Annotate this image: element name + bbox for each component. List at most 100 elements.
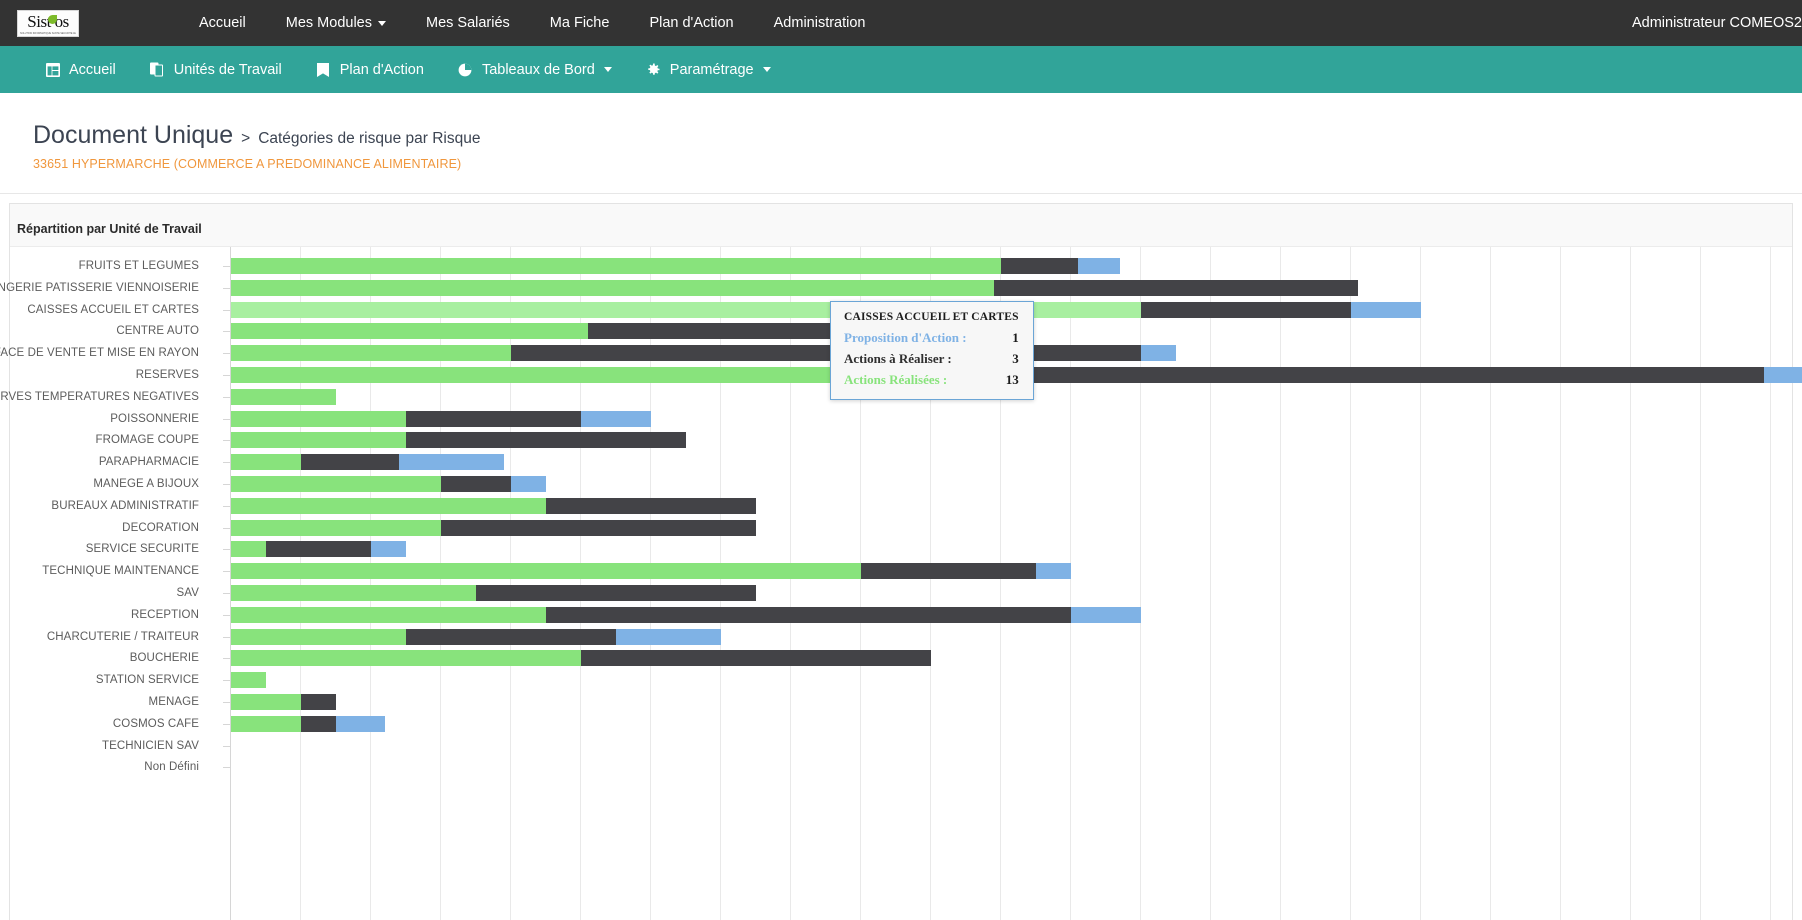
- bar-segment-realisees[interactable]: [231, 606, 546, 623]
- stacked-bar[interactable]: [231, 388, 336, 405]
- chart-row[interactable]: STATION SERVICE: [10, 669, 1792, 691]
- bar-segment-a-realiser[interactable]: [406, 410, 581, 427]
- stacked-bar[interactable]: [231, 519, 756, 536]
- bar-segment-realisees[interactable]: [231, 476, 441, 492]
- chart-row[interactable]: Non Défini: [10, 756, 1792, 778]
- bar-segment-realisees[interactable]: [231, 541, 266, 558]
- bar-segment-realisees[interactable]: [231, 694, 301, 710]
- bar-segment-a-realiser[interactable]: [406, 432, 686, 449]
- chart-row[interactable]: FROMAGE COUPE: [10, 429, 1792, 451]
- bar-segment-proposition[interactable]: [1036, 563, 1071, 580]
- subnav-unites-de-travail[interactable]: Unités de Travail: [133, 46, 299, 93]
- chart-row[interactable]: SERVICE SECURITE: [10, 538, 1792, 560]
- chart-row[interactable]: TECHNIQUE MAINTENANCE: [10, 560, 1792, 582]
- stacked-bar[interactable]: [231, 476, 546, 492]
- bar-segment-realisees[interactable]: [231, 345, 511, 362]
- bar-segment-proposition[interactable]: [1078, 258, 1120, 274]
- stacked-bar[interactable]: [231, 563, 1071, 580]
- stacked-bar[interactable]: [231, 650, 931, 667]
- bar-segment-a-realiser[interactable]: [406, 628, 616, 645]
- subnav-parametrage[interactable]: Paramétrage: [629, 46, 788, 93]
- stacked-bar[interactable]: [231, 410, 651, 427]
- stacked-bar[interactable]: [231, 585, 756, 601]
- bar-segment-realisees[interactable]: [231, 563, 861, 580]
- bar-segment-a-realiser[interactable]: [301, 715, 336, 732]
- bar-segment-a-realiser[interactable]: [994, 279, 1358, 296]
- chart-row[interactable]: CHARCUTERIE / TRAITEUR: [10, 626, 1792, 648]
- chart-row[interactable]: TECHNICIEN SAV: [10, 735, 1792, 757]
- chart-row[interactable]: BUREAUX ADMINISTRATIF: [10, 495, 1792, 517]
- stacked-bar[interactable]: [231, 715, 385, 732]
- stacked-bar[interactable]: [231, 258, 1120, 274]
- stacked-bar[interactable]: [231, 345, 1176, 362]
- bar-segment-proposition[interactable]: [616, 628, 721, 645]
- stacked-bar[interactable]: [231, 497, 756, 514]
- bar-segment-proposition[interactable]: [511, 476, 546, 492]
- nav-mes-salaries[interactable]: Mes Salariés: [406, 0, 530, 46]
- bar-segment-realisees[interactable]: [231, 410, 406, 427]
- chart-row[interactable]: MENAGE: [10, 691, 1792, 713]
- bar-segment-realisees[interactable]: [231, 715, 301, 732]
- bar-segment-a-realiser[interactable]: [266, 541, 371, 558]
- bar-segment-realisees[interactable]: [231, 454, 301, 471]
- stacked-bar[interactable]: [231, 279, 1358, 296]
- bar-segment-a-realiser[interactable]: [546, 606, 1071, 623]
- current-user-label[interactable]: Administrateur COMEOS2: [1632, 15, 1802, 31]
- bar-segment-realisees[interactable]: [231, 628, 406, 645]
- chart-row[interactable]: PARAPHARMACIE: [10, 451, 1792, 473]
- bar-segment-proposition[interactable]: [371, 541, 406, 558]
- sisteos-logo[interactable]: Sist os SOLUTION INFORMATIQUE SANTE SECU…: [17, 9, 79, 37]
- chart-row[interactable]: BOUCHERIE: [10, 647, 1792, 669]
- bar-segment-a-realiser[interactable]: [546, 497, 756, 514]
- nav-mes-modules[interactable]: Mes Modules: [266, 0, 406, 46]
- chart-row[interactable]: DECORATION: [10, 517, 1792, 539]
- nav-ma-fiche[interactable]: Ma Fiche: [530, 0, 630, 46]
- stacked-bar[interactable]: [231, 301, 1421, 318]
- bar-segment-realisees[interactable]: [231, 388, 336, 405]
- chart-row[interactable]: RECEPTION: [10, 604, 1792, 626]
- bar-segment-a-realiser[interactable]: [581, 650, 931, 667]
- bar-segment-a-realiser[interactable]: [441, 519, 756, 536]
- chart-row[interactable]: FRUITS ET LEGUMES: [10, 255, 1792, 277]
- nav-accueil[interactable]: Accueil: [179, 0, 266, 46]
- bar-segment-a-realiser[interactable]: [301, 454, 399, 471]
- bar-segment-proposition[interactable]: [1071, 606, 1141, 623]
- bar-segment-realisees[interactable]: [231, 672, 266, 689]
- bar-segment-a-realiser[interactable]: [476, 585, 756, 601]
- stacked-bar[interactable]: [231, 454, 504, 471]
- bar-segment-realisees[interactable]: [231, 497, 546, 514]
- stacked-bar[interactable]: [231, 541, 406, 558]
- chart-row[interactable]: BOULANGERIE PATISSERIE VIENNOISERIE: [0, 277, 1792, 299]
- bar-segment-realisees[interactable]: [231, 367, 903, 383]
- subnav-plan-daction[interactable]: Plan d'Action: [299, 46, 441, 93]
- bar-segment-realisees[interactable]: [231, 519, 441, 536]
- bar-segment-proposition[interactable]: [1764, 367, 1802, 383]
- chart-row[interactable]: SAV: [10, 582, 1792, 604]
- bar-segment-a-realiser[interactable]: [1141, 301, 1351, 318]
- stacked-bar[interactable]: [231, 628, 721, 645]
- subnav-tableaux-de-bord[interactable]: Tableaux de Bord: [441, 46, 629, 93]
- subnav-accueil[interactable]: Accueil: [28, 46, 133, 93]
- bar-segment-proposition[interactable]: [1351, 301, 1421, 318]
- stacked-bar[interactable]: [231, 694, 336, 710]
- chart-row[interactable]: COSMOS CAFE: [10, 713, 1792, 735]
- bar-segment-proposition[interactable]: [399, 454, 504, 471]
- stacked-bar[interactable]: [231, 432, 686, 449]
- bar-segment-proposition[interactable]: [581, 410, 651, 427]
- bar-segment-realisees[interactable]: [231, 279, 994, 296]
- nav-administration[interactable]: Administration: [754, 0, 886, 46]
- bar-segment-proposition[interactable]: [336, 715, 385, 732]
- bar-segment-a-realiser[interactable]: [861, 563, 1036, 580]
- bar-segment-a-realiser[interactable]: [511, 345, 1141, 362]
- nav-plan-daction[interactable]: Plan d'Action: [629, 0, 753, 46]
- bar-segment-a-realiser[interactable]: [301, 694, 336, 710]
- bar-segment-proposition[interactable]: [1141, 345, 1176, 362]
- bar-segment-realisees[interactable]: [231, 432, 406, 449]
- stacked-bar[interactable]: [231, 672, 266, 689]
- stacked-bar[interactable]: [231, 606, 1141, 623]
- bar-segment-realisees[interactable]: [231, 650, 581, 667]
- bar-segment-a-realiser[interactable]: [1001, 258, 1078, 274]
- bar-segment-a-realiser[interactable]: [441, 476, 511, 492]
- bar-segment-realisees[interactable]: [231, 258, 1001, 274]
- bar-segment-realisees[interactable]: [231, 323, 588, 340]
